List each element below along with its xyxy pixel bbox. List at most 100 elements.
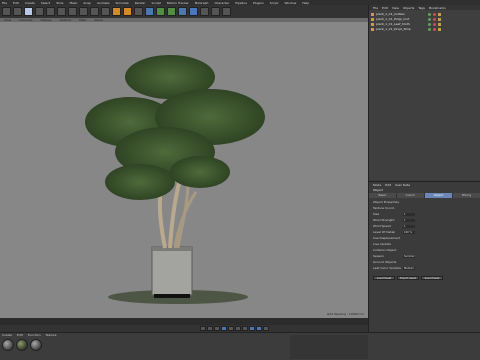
menu-item[interactable]: Window [284,1,296,5]
attribute-value-field[interactable]: 1 [403,212,415,216]
play-icon[interactable] [221,326,227,331]
rotate-icon[interactable] [57,7,66,16]
record-icon[interactable] [249,326,255,331]
material-tag-icon[interactable] [438,17,441,21]
material-menu-item[interactable]: Function [28,333,41,337]
autokey-icon[interactable] [256,326,262,331]
visibility-dot-icon[interactable] [428,27,431,31]
go-start-icon[interactable] [200,326,206,331]
object-name[interactable]: plant_1_C1_Dropl_Strip [376,27,426,31]
menu-item[interactable]: Character [214,1,229,5]
render-view-icon[interactable] [112,7,121,16]
y-axis-icon[interactable] [79,7,88,16]
prev-key-icon[interactable] [207,326,213,331]
object-manager-menu-item[interactable]: Tags [418,6,425,10]
render-dot-icon[interactable] [433,17,436,21]
attribute-value-field[interactable]: 1 [403,218,415,222]
floor-icon[interactable] [200,7,209,16]
deformer-icon[interactable] [189,7,198,16]
object-manager-menu-item[interactable]: Edit [382,6,388,10]
visibility-dot-icon[interactable] [428,12,431,16]
visibility-dot-icon[interactable] [428,17,431,21]
attribute-value-field[interactable]: 1 [403,224,415,228]
attribute-value-field[interactable]: 100 % [403,230,415,234]
object-row[interactable]: plant_1_C1_Collisio [371,12,479,16]
menu-item[interactable]: Edit [13,1,19,5]
object-row[interactable]: plant_1_C1_Dropl_Strip [371,27,479,31]
menu-item[interactable]: Tools [56,1,63,5]
menu-item[interactable]: Snap [83,1,91,5]
menu-item[interactable]: File [2,1,7,5]
material-menu-item[interactable]: Texture [46,333,57,337]
live-selection-icon[interactable] [24,7,33,16]
attribute-menu-item[interactable]: Edit [385,183,391,187]
undo-icon[interactable] [2,7,11,16]
attribute-tab[interactable]: Phong [453,193,480,198]
light-icon[interactable] [222,7,231,16]
object-name[interactable]: plant_1_C1_Leaf_Cloth [376,22,426,26]
object-manager-menu-item[interactable]: Objects [403,6,414,10]
material-menu-item[interactable]: Edit [17,333,23,337]
object-row[interactable]: plant_1_C1_Potgr_mot [371,17,479,21]
object-name[interactable]: plant_1_C1_Potgr_mot [376,17,426,21]
render-settings-icon[interactable] [134,7,143,16]
attribute-button[interactable]: Save Preset [421,276,443,280]
object-manager-menu-item[interactable]: File [373,6,378,10]
attribute-tab[interactable]: Basic [369,193,397,198]
menu-item[interactable]: Sculpt [151,1,160,5]
coord-system-icon[interactable] [101,7,110,16]
object-name[interactable]: plant_1_C1_Collisio [376,12,426,16]
material-menu-item[interactable]: Create [2,333,12,337]
go-end-icon[interactable] [242,326,248,331]
move-icon[interactable] [35,7,44,16]
array-icon[interactable] [178,7,187,16]
menu-item[interactable]: Plugins [253,1,264,5]
x-axis-icon[interactable] [68,7,77,16]
scale-icon[interactable] [46,7,55,16]
object-manager-menu-item[interactable]: View [392,6,399,10]
attribute-value-field[interactable]: Summer [403,254,415,258]
menu-item[interactable]: Select [41,1,50,5]
attribute-button[interactable]: Export Asset [397,276,419,280]
material-swatch[interactable] [30,339,42,351]
attribute-menu-item[interactable]: Mode [373,183,381,187]
next-key-icon[interactable] [235,326,241,331]
prev-frame-icon[interactable] [214,326,220,331]
render-picture-viewer-icon[interactable] [123,7,132,16]
keyframe-icon[interactable] [263,326,269,331]
material-swatch[interactable] [16,339,28,351]
menu-item[interactable]: Pipeline [235,1,247,5]
material-swatch[interactable] [2,339,14,351]
next-frame-icon[interactable] [228,326,234,331]
render-dot-icon[interactable] [433,27,436,31]
menu-item[interactable]: Motion Tracker [167,1,189,5]
attribute-menu-item[interactable]: User Data [395,183,410,187]
menu-item[interactable]: Help [302,1,309,5]
timeline-ruler[interactable] [0,318,368,325]
attribute-tab[interactable]: Object [425,193,453,198]
pen-icon[interactable] [156,7,165,16]
menu-item[interactable]: Script [270,1,279,5]
attribute-tab[interactable]: Coord. [397,193,425,198]
menu-item[interactable]: Simulate [116,1,129,5]
material-tag-icon[interactable] [438,27,441,31]
z-axis-icon[interactable] [90,7,99,16]
3d-viewport[interactable]: View Cameras Display Options Filter Panel Gri… [0,18,368,318]
render-dot-icon[interactable] [433,22,436,26]
attribute-button[interactable]: Load Preset [373,276,395,280]
menu-item[interactable]: Animate [97,1,110,5]
render-dot-icon[interactable] [433,12,436,16]
redo-icon[interactable] [13,7,22,16]
menu-item[interactable]: Mesh [69,1,77,5]
material-tag-icon[interactable] [438,22,441,26]
camera-icon[interactable] [211,7,220,16]
attribute-value-field[interactable]: Medium [403,266,415,270]
object-manager-menu-item[interactable]: Bookmarks [429,6,446,10]
visibility-dot-icon[interactable] [428,22,431,26]
material-tag-icon[interactable] [438,12,441,16]
subdivision-icon[interactable] [167,7,176,16]
cube-icon[interactable] [145,7,154,16]
menu-item[interactable]: Render [135,1,146,5]
menu-item[interactable]: MoGraph [195,1,209,5]
object-row[interactable]: plant_1_C1_Leaf_Cloth [371,22,479,26]
